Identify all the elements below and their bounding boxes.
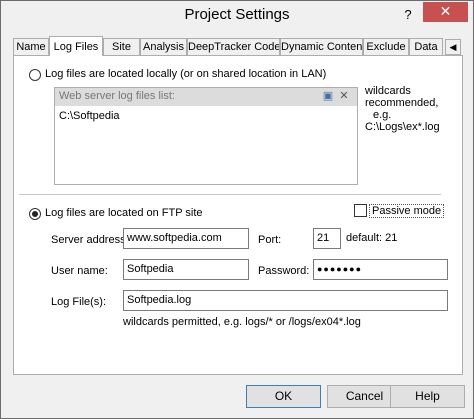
tab-analysis[interactable]: Analysis: [140, 38, 187, 56]
tab-name[interactable]: Name: [13, 38, 49, 56]
tab-exclude[interactable]: Exclude: [363, 38, 409, 56]
log-files-label: Log File(s):: [51, 296, 107, 308]
log-files-listbox[interactable]: Web server log files list: ▣ ✕ C:\Softpe…: [54, 87, 358, 185]
listbox-header-label: Web server log files list:: [59, 90, 175, 102]
port-default-label: default: 21: [346, 232, 398, 244]
wildcard-hint: wildcards permitted, e.g. logs/* or /log…: [123, 316, 361, 328]
tab-data[interactable]: Data: [409, 38, 443, 56]
ftp-radio-label[interactable]: Log files are located on FTP site: [45, 207, 203, 219]
local-hint-line4: C:\Logs\ex*.log: [365, 121, 440, 133]
close-button[interactable]: ✕: [423, 2, 468, 22]
local-radio[interactable]: [29, 69, 41, 81]
password-input[interactable]: ●●●●●●●: [313, 259, 448, 280]
tab-dynamic-content[interactable]: Dynamic Content: [280, 38, 363, 56]
folder-icon[interactable]: ▣: [321, 90, 335, 103]
user-name-label: User name:: [51, 265, 108, 277]
local-hint-line3: e.g.: [373, 109, 392, 121]
ok-button[interactable]: OK: [246, 385, 321, 408]
local-hint-line2: recommended,: [365, 97, 439, 109]
tab-strip: Name Log Files Site Analysis DeepTracker…: [13, 36, 463, 56]
local-hint-line1: wildcards: [365, 85, 411, 97]
user-name-input[interactable]: Softpedia: [123, 259, 249, 280]
password-label: Password:: [258, 265, 310, 277]
passive-mode-label[interactable]: Passive mode: [369, 204, 445, 218]
list-item[interactable]: C:\Softpedia: [59, 110, 120, 122]
log-files-input[interactable]: Softpedia.log: [123, 290, 448, 311]
project-settings-dialog: Project Settings ? ✕ Name Log Files Site…: [0, 0, 474, 419]
title-bar: Project Settings ? ✕: [1, 1, 473, 30]
server-address-label: Server address:: [51, 234, 129, 246]
listbox-header: Web server log files list: ▣ ✕: [55, 88, 357, 106]
delete-icon[interactable]: ✕: [337, 90, 351, 103]
tab-log-files[interactable]: Log Files: [49, 36, 103, 56]
section-divider: [19, 194, 441, 195]
help-icon[interactable]: ?: [399, 5, 417, 25]
ftp-radio[interactable]: [29, 208, 41, 220]
server-address-input[interactable]: www.softpedia.com: [123, 228, 249, 249]
port-input[interactable]: 21: [313, 228, 341, 249]
tab-deeptracker-code[interactable]: DeepTracker Code: [187, 38, 280, 56]
tab-scroll-left-button[interactable]: ◀: [445, 39, 461, 55]
local-radio-label[interactable]: Log files are located locally (or on sha…: [45, 68, 326, 80]
help-button[interactable]: Help: [390, 385, 465, 408]
port-label: Port:: [258, 234, 282, 246]
tab-site[interactable]: Site: [103, 38, 140, 56]
passive-mode-checkbox[interactable]: [354, 204, 367, 217]
